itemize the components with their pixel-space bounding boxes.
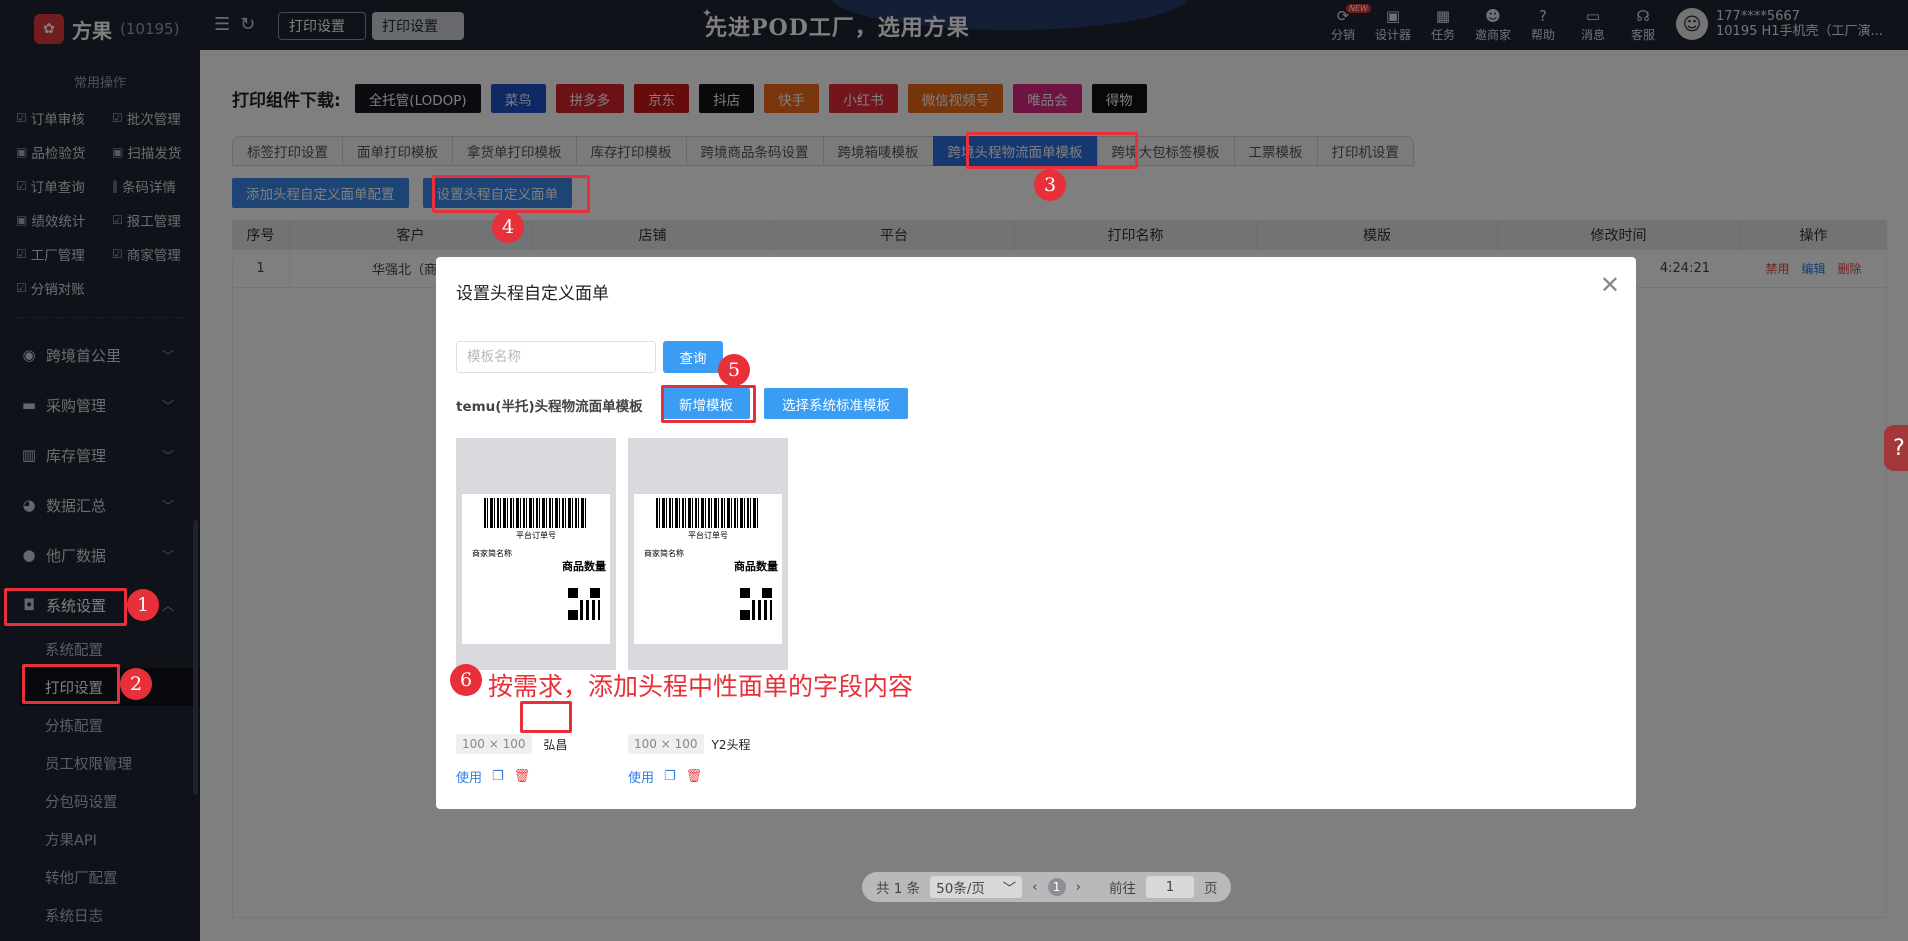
- pagination-total: 共 1 条: [876, 881, 921, 897]
- barcode-caption: 平台订单号: [688, 531, 728, 540]
- qr-code-graphic: [568, 588, 600, 620]
- step-badge: 5: [718, 354, 750, 386]
- template-preview[interactable]: 平台订单号 商家简名称 商品数量: [628, 438, 788, 670]
- copy-icon[interactable]: ❐: [492, 769, 504, 784]
- quantity-field: 商品数量: [734, 560, 778, 573]
- current-page[interactable]: 1: [1047, 878, 1066, 896]
- modal-title: 设置头程自定义面单: [456, 284, 609, 304]
- barcode-graphic: [484, 498, 588, 528]
- shop-name-field: 商家简名称: [472, 549, 512, 558]
- custom-label-modal: 设置头程自定义面单 ✕ 查询 temu(半托)头程物流面单模板 新增模板 选择系…: [436, 257, 1636, 809]
- close-icon[interactable]: ✕: [1600, 271, 1620, 299]
- use-link[interactable]: 使用: [456, 767, 482, 786]
- system-template-button[interactable]: 选择系统标准模板: [764, 388, 908, 419]
- highlight-firstleg-tab: [966, 132, 1138, 169]
- step-badge: 2: [120, 668, 152, 700]
- template-name-input[interactable]: [456, 341, 656, 373]
- label-paper: 平台订单号 商家简名称 商品数量: [634, 494, 782, 644]
- query-button[interactable]: 查询: [663, 341, 723, 373]
- use-link[interactable]: 使用: [628, 767, 654, 786]
- template-group-label: temu(半托)头程物流面单模板: [456, 399, 643, 415]
- barcode-graphic: [656, 498, 760, 528]
- barcode-caption: 平台订单号: [516, 531, 556, 540]
- quantity-field: 商品数量: [562, 560, 606, 573]
- highlight-new-template: [661, 385, 756, 423]
- highlight-template-name: [520, 701, 572, 733]
- highlight-print-settings: [22, 664, 120, 704]
- trash-icon[interactable]: 🗑: [514, 769, 531, 784]
- goto-label: 前往: [1108, 881, 1136, 897]
- label-paper: 平台订单号 商家简名称 商品数量: [462, 494, 610, 644]
- qr-code-graphic: [740, 588, 772, 620]
- copy-icon[interactable]: ❐: [664, 769, 676, 784]
- highlight-system-settings: [4, 588, 127, 626]
- step-badge: 4: [492, 211, 524, 243]
- highlight-set-custom-label: [432, 175, 590, 213]
- page-unit: 页: [1203, 881, 1218, 897]
- shop-name-field: 商家简名称: [644, 549, 684, 558]
- pagination: 共 1 条 50条/页 ﹀ ‹ 1 › 前往 1 页: [862, 872, 1232, 902]
- template-card: 平台订单号 商家简名称 商品数量 100 × 100 弘昌 使用 ❐ 🗑: [456, 438, 616, 786]
- template-preview[interactable]: 平台订单号 商家简名称 商品数量: [456, 438, 616, 670]
- step-badge: 6: [450, 664, 482, 696]
- step-badge: 3: [1034, 169, 1066, 201]
- help-float-button[interactable]: ?: [1884, 425, 1908, 471]
- annotation-note: 按需求，添加头程中性面单的字段内容: [488, 672, 914, 701]
- size-tag: 100 × 100: [456, 734, 532, 754]
- chevron-down-icon: ﹀: [1002, 881, 1017, 897]
- goto-input[interactable]: 1: [1145, 876, 1194, 898]
- next-page-icon[interactable]: ›: [1076, 879, 1081, 895]
- template-name: 弘昌: [543, 737, 568, 752]
- prev-page-icon[interactable]: ‹: [1032, 879, 1037, 895]
- trash-icon[interactable]: 🗑: [686, 769, 703, 784]
- step-badge: 1: [127, 589, 159, 621]
- size-tag: 100 × 100: [628, 734, 704, 754]
- question-icon: ?: [1893, 435, 1905, 461]
- page-size-select[interactable]: 50条/页 ﹀: [930, 876, 1023, 898]
- template-card: 平台订单号 商家简名称 商品数量 100 × 100 Y2头程 使用 ❐ 🗑: [628, 438, 788, 786]
- template-name: Y2头程: [711, 737, 751, 752]
